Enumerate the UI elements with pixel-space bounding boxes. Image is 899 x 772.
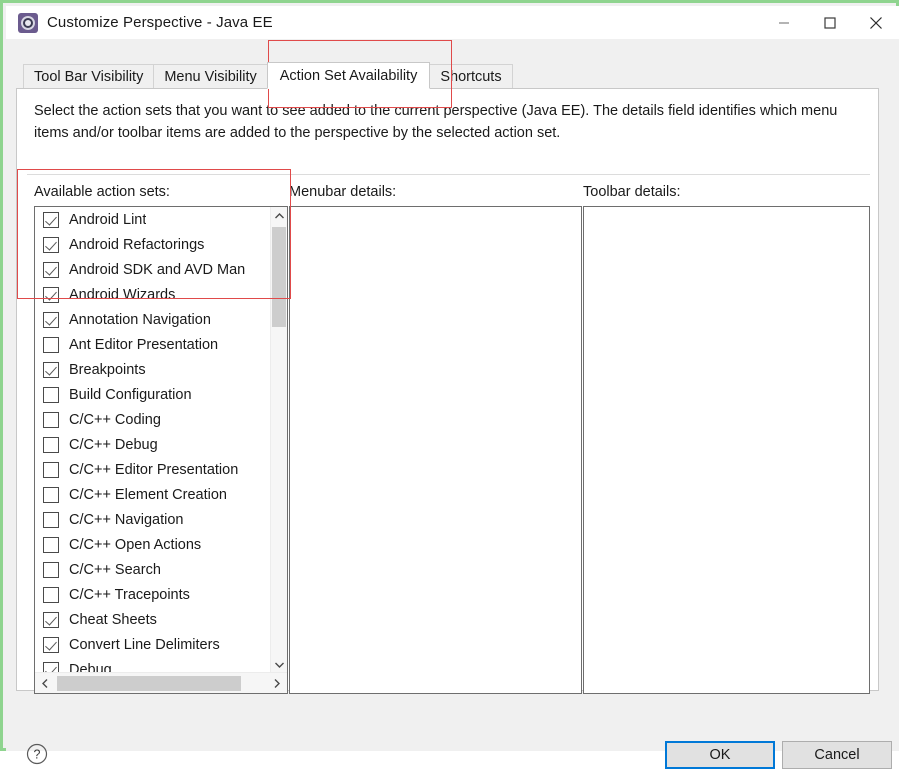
- toolbar-details-pane[interactable]: [583, 206, 870, 694]
- checkbox-unchecked-icon[interactable]: [43, 411, 59, 428]
- action-set-label: C/C++ Editor Presentation: [69, 461, 239, 478]
- checkbox-unchecked-icon[interactable]: [43, 511, 59, 528]
- action-set-label: C/C++ Debug: [69, 436, 158, 453]
- action-set-row[interactable]: Android Wizards: [35, 282, 273, 307]
- action-set-row[interactable]: Build Configuration: [35, 382, 273, 407]
- action-set-label: Android Refactorings: [69, 236, 205, 253]
- ok-button[interactable]: OK: [665, 741, 775, 769]
- action-set-row[interactable]: C/C++ Navigation: [35, 507, 273, 532]
- eclipse-perspective-icon: [18, 12, 38, 33]
- checkbox-unchecked-icon[interactable]: [43, 336, 59, 353]
- action-set-label: Annotation Navigation: [69, 311, 211, 328]
- action-set-row[interactable]: Android Refactorings: [35, 232, 273, 257]
- action-set-label: Cheat Sheets: [69, 611, 157, 628]
- checkbox-checked-icon[interactable]: [43, 286, 59, 303]
- scroll-left-button[interactable]: [35, 673, 55, 693]
- customize-perspective-dialog: Customize Perspective - Java EE Tool Bar…: [0, 0, 899, 769]
- action-set-row[interactable]: Debug: [35, 657, 273, 673]
- tab-action-set-availability[interactable]: Action Set Availability: [266, 62, 431, 89]
- window-title: Customize Perspective - Java EE: [47, 14, 273, 31]
- dialog-body: Tool Bar Visibility Menu Visibility Acti…: [6, 39, 899, 769]
- checkbox-unchecked-icon[interactable]: [43, 561, 59, 578]
- checkbox-unchecked-icon[interactable]: [43, 536, 59, 553]
- chevron-left-icon: [42, 678, 48, 688]
- action-set-label: C/C++ Search: [69, 561, 161, 578]
- description-text: Select the action sets that you want to …: [34, 103, 838, 141]
- action-set-label: Android SDK and AVD Man: [69, 261, 246, 278]
- action-set-row[interactable]: C/C++ Editor Presentation: [35, 457, 273, 482]
- checkbox-unchecked-icon[interactable]: [43, 436, 59, 453]
- action-set-row[interactable]: Breakpoints: [35, 357, 273, 382]
- help-button[interactable]: ?: [24, 741, 50, 767]
- action-set-label: Build Configuration: [69, 386, 192, 403]
- checkbox-checked-icon[interactable]: [43, 261, 59, 278]
- action-set-row[interactable]: Ant Editor Presentation: [35, 332, 273, 357]
- action-set-row[interactable]: C/C++ Search: [35, 557, 273, 582]
- action-set-row[interactable]: C/C++ Open Actions: [35, 532, 273, 557]
- action-set-label: C/C++ Coding: [69, 411, 161, 428]
- checkbox-checked-icon[interactable]: [43, 361, 59, 378]
- tab-tool-bar-visibility[interactable]: Tool Bar Visibility: [23, 64, 155, 89]
- chevron-right-icon: [274, 678, 280, 688]
- action-set-label: Android Wizards: [69, 286, 176, 303]
- action-set-row[interactable]: C/C++ Tracepoints: [35, 582, 273, 607]
- action-set-rows: Android Lint Android Refactorings Android …: [35, 207, 273, 673]
- chevron-up-icon: [274, 212, 284, 218]
- action-set-row[interactable]: Android Lint: [35, 207, 273, 232]
- action-set-row[interactable]: C/C++ Element Creation: [35, 482, 273, 507]
- menubar-details-label: Menubar details:: [289, 184, 397, 200]
- action-set-row[interactable]: Convert Line Delimiters: [35, 632, 273, 657]
- list-horizontal-scrollbar[interactable]: [35, 672, 287, 693]
- action-set-label: Ant Editor Presentation: [69, 336, 219, 353]
- tab-strip: Tool Bar Visibility Menu Visibility Acti…: [23, 62, 513, 89]
- checkbox-checked-icon[interactable]: [43, 636, 59, 653]
- close-icon: [870, 16, 882, 29]
- action-set-label: C/C++ Tracepoints: [69, 586, 190, 603]
- maximize-icon: [824, 16, 836, 29]
- checkbox-unchecked-icon[interactable]: [43, 486, 59, 503]
- checkbox-checked-icon[interactable]: [43, 236, 59, 253]
- action-set-label: C/C++ Open Actions: [69, 536, 202, 553]
- title-bar: Customize Perspective - Java EE: [6, 6, 899, 39]
- cancel-button[interactable]: Cancel: [782, 741, 892, 769]
- window-controls: [761, 6, 899, 39]
- checkbox-checked-icon[interactable]: [43, 311, 59, 328]
- action-set-label: Android Lint: [69, 211, 147, 228]
- action-set-row[interactable]: C/C++ Coding: [35, 407, 273, 432]
- checkbox-checked-icon[interactable]: [43, 611, 59, 628]
- horizontal-scroll-thumb[interactable]: [57, 676, 241, 691]
- minimize-button[interactable]: [761, 6, 807, 39]
- close-button[interactable]: [853, 6, 899, 39]
- tab-shortcuts[interactable]: Shortcuts: [429, 64, 513, 89]
- action-set-label: Convert Line Delimiters: [69, 636, 220, 653]
- action-set-row[interactable]: Cheat Sheets: [35, 607, 273, 632]
- question-mark-icon: ?: [26, 743, 48, 765]
- scroll-right-button[interactable]: [267, 673, 287, 693]
- available-action-sets-list[interactable]: Android Lint Android Refactorings Android …: [34, 206, 288, 694]
- toolbar-details-label: Toolbar details:: [583, 184, 681, 200]
- action-set-row[interactable]: Annotation Navigation: [35, 307, 273, 332]
- action-set-label: C/C++ Navigation: [69, 511, 184, 528]
- minimize-icon: [779, 22, 789, 23]
- checkbox-checked-icon[interactable]: [43, 211, 59, 228]
- chevron-down-icon: [274, 662, 284, 668]
- list-vertical-scrollbar[interactable]: [270, 207, 287, 673]
- checkbox-unchecked-icon[interactable]: [43, 461, 59, 478]
- menubar-details-pane[interactable]: [289, 206, 582, 694]
- scroll-down-button[interactable]: [271, 656, 287, 673]
- checkbox-unchecked-icon[interactable]: [43, 586, 59, 603]
- action-set-row[interactable]: C/C++ Debug: [35, 432, 273, 457]
- checkbox-unchecked-icon[interactable]: [43, 386, 59, 403]
- tab-content-panel: Select the action sets that you want to …: [16, 88, 879, 694]
- vertical-scroll-thumb[interactable]: [272, 227, 286, 327]
- tab-menu-visibility[interactable]: Menu Visibility: [153, 64, 268, 89]
- maximize-button[interactable]: [807, 6, 853, 39]
- svg-text:?: ?: [34, 748, 41, 762]
- available-action-sets-label: Available action sets:: [34, 184, 170, 200]
- action-set-label: C/C++ Element Creation: [69, 486, 227, 503]
- action-set-row[interactable]: Android SDK and AVD Man: [35, 257, 273, 282]
- description-separator: [27, 174, 870, 175]
- scroll-up-button[interactable]: [271, 207, 287, 224]
- action-set-label: Breakpoints: [69, 361, 146, 378]
